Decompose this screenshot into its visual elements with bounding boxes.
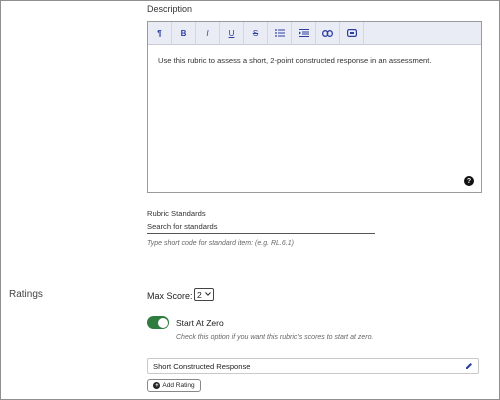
bullet-list-icon[interactable] xyxy=(268,22,292,44)
bold-icon[interactable]: B xyxy=(172,22,196,44)
max-score-select[interactable]: 2 xyxy=(194,288,214,301)
toggle-knob xyxy=(157,317,168,328)
chevron-down-icon xyxy=(205,291,211,298)
description-label: Description xyxy=(147,4,193,14)
max-score-label: Max Score: xyxy=(147,291,193,301)
rubric-standards-label: Rubric Standards xyxy=(147,209,206,218)
ratings-section-title: Ratings xyxy=(9,289,43,300)
add-rating-button[interactable]: + Add Rating xyxy=(147,379,201,392)
standards-hint: Type short code for standard item: (e.g.… xyxy=(147,240,294,247)
start-at-zero-toggle[interactable] xyxy=(147,316,169,329)
start-at-zero-label: Start At Zero xyxy=(176,318,224,328)
pencil-icon[interactable] xyxy=(465,362,473,370)
strikethrough-icon[interactable]: S xyxy=(244,22,268,44)
link-icon[interactable] xyxy=(316,22,340,44)
start-at-zero-help: Check this option if you want this rubri… xyxy=(176,334,374,341)
editor-toolbar: ¶ B I U S xyxy=(148,22,481,45)
help-icon[interactable]: ? xyxy=(464,176,474,186)
rating-item-name: Short Constructed Response xyxy=(153,361,251,371)
rating-item[interactable]: Short Constructed Response xyxy=(147,358,479,374)
description-text[interactable]: Use this rubric to assess a short, 2-poi… xyxy=(158,56,432,65)
description-editor[interactable]: ¶ B I U S Use this rubric to assess a sh… xyxy=(147,21,482,193)
plus-icon: + xyxy=(153,382,161,389)
add-rating-label: Add Rating xyxy=(162,382,195,389)
rubric-editor-panel: Description ¶ B I U S Use this rubric to… xyxy=(0,0,500,400)
underline-icon[interactable]: U xyxy=(220,22,244,44)
standards-search-input[interactable] xyxy=(147,220,375,234)
indent-icon[interactable] xyxy=(292,22,316,44)
italic-icon[interactable]: I xyxy=(196,22,220,44)
embed-icon[interactable] xyxy=(340,22,364,44)
max-score-value: 2 xyxy=(197,289,202,300)
paragraph-icon[interactable]: ¶ xyxy=(148,22,172,44)
